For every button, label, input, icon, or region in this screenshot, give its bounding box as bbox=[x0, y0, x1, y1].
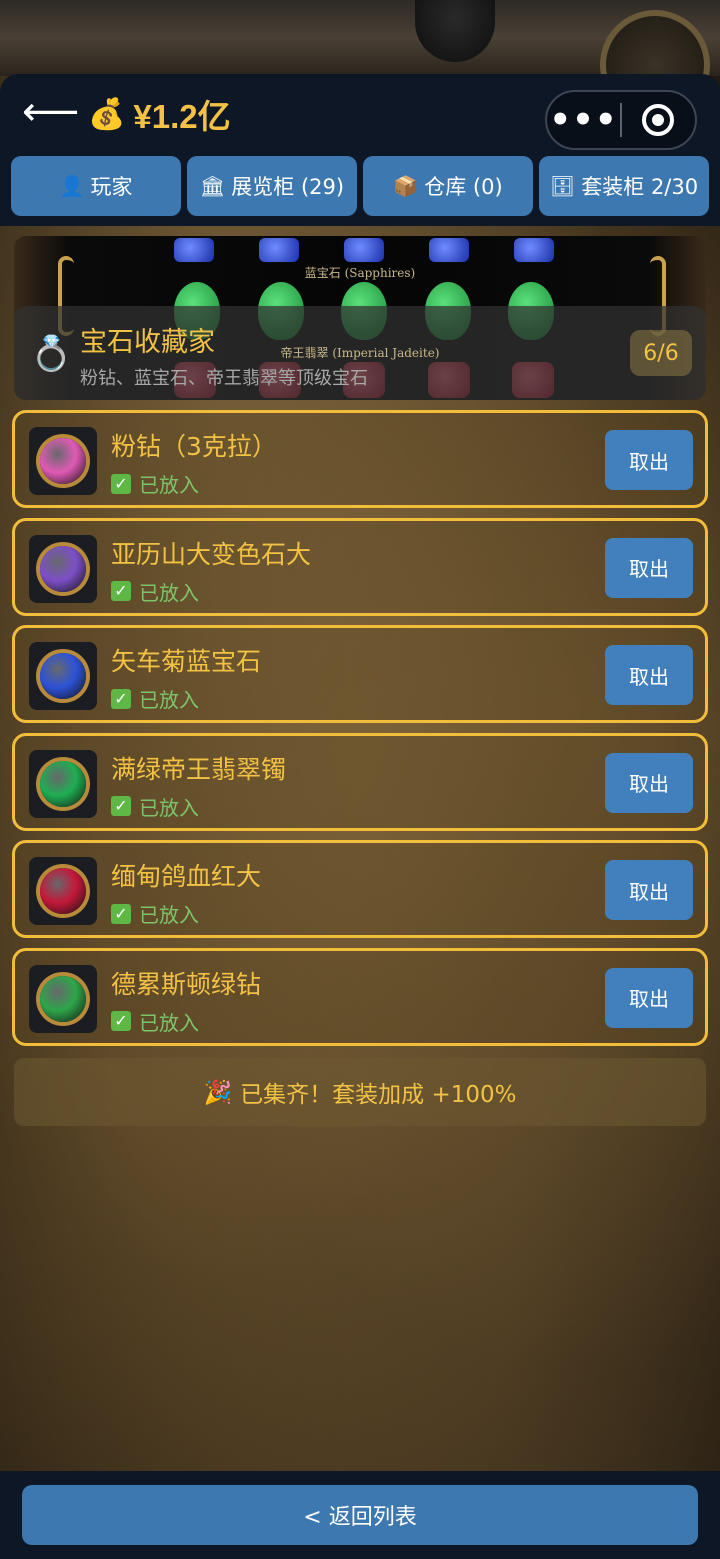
package-icon: 📦 bbox=[393, 174, 419, 198]
take-out-button[interactable]: 取出 bbox=[605, 860, 693, 920]
tab-exhibition[interactable]: 🏛 展览柜 (29) bbox=[187, 156, 357, 216]
desk-background bbox=[0, 0, 720, 120]
sapphire-label: 蓝宝石 (Sapphires) bbox=[304, 266, 416, 280]
close-target-icon[interactable] bbox=[622, 104, 695, 136]
bottom-bar: < 返回列表 bbox=[0, 1471, 720, 1559]
item-name: 亚历山大变色石大 bbox=[111, 539, 312, 569]
list-item: 粉钻（3克拉） ✓ 已放入 取出 bbox=[12, 410, 708, 508]
jade-bangle-icon bbox=[29, 749, 97, 818]
item-name: 缅甸鸽血红大 bbox=[111, 862, 262, 891]
item-status: ✓ 已放入 bbox=[111, 577, 199, 606]
list-item: 矢车菊蓝宝石 ✓ 已放入 取出 bbox=[12, 625, 708, 723]
tab-player[interactable]: 👤 玩家 bbox=[11, 156, 181, 216]
sapphire-row bbox=[174, 238, 554, 262]
miniprogram-capsule: ••• bbox=[545, 90, 697, 150]
tab-label: 套装柜 2/30 bbox=[581, 175, 699, 199]
cabinet-icon: 🗄 bbox=[549, 174, 576, 198]
take-out-button[interactable]: 取出 bbox=[605, 645, 693, 705]
check-icon: ✓ bbox=[111, 473, 131, 494]
tab-label: 展览柜 (29) bbox=[231, 175, 345, 199]
item-status: ✓ 已放入 bbox=[111, 469, 199, 498]
list-item: 德累斯顿绿钻 ✓ 已放入 取出 bbox=[12, 947, 708, 1046]
list-item: 满绿帝王翡翠镯 ✓ 已放入 取出 bbox=[12, 732, 708, 831]
set-complete-banner: 🎉 已集齐！套装加成 +100% bbox=[14, 1058, 706, 1126]
return-to-list-button[interactable]: < 返回列表 bbox=[22, 1485, 698, 1545]
set-complete-text: 已集齐！套装加成 +100% bbox=[240, 1082, 517, 1108]
take-out-button[interactable]: 取出 bbox=[605, 967, 693, 1028]
list-item: 缅甸鸽血红大 ✓ 已放入 取出 bbox=[12, 840, 708, 938]
status-text: 已放入 bbox=[139, 795, 199, 820]
check-icon: ✓ bbox=[111, 796, 131, 816]
item-status: ✓ 已放入 bbox=[111, 792, 199, 821]
item-name: 德累斯顿绿钻 bbox=[111, 969, 262, 999]
item-name: 粉钻（3克拉） bbox=[111, 432, 277, 461]
status-text: 已放入 bbox=[139, 688, 199, 712]
user-icon: 👤 bbox=[59, 174, 85, 198]
money-value: ¥1.2亿 bbox=[133, 98, 231, 135]
ruby-icon bbox=[29, 857, 97, 925]
check-icon: ✓ bbox=[111, 688, 131, 709]
top-header: ⟵ 💰 ¥1.2亿 ••• bbox=[0, 74, 720, 152]
sapphire-icon bbox=[29, 642, 97, 710]
collection-subtitle: 粉钻、蓝宝石、帝王翡翠等顶级宝石 bbox=[80, 368, 368, 389]
collection-item-list: 粉钻（3克拉） ✓ 已放入 取出 亚历山大变色石大 ✓ 已放入 取出 矢车菊蓝宝… bbox=[12, 410, 708, 1055]
alexandrite-icon bbox=[29, 534, 97, 603]
inkwell-decoration bbox=[415, 0, 495, 62]
tab-bar: 👤 玩家 🏛 展览柜 (29) 📦 仓库 (0) 🗄 套装柜 2/30 bbox=[0, 150, 720, 226]
status-text: 已放入 bbox=[139, 903, 199, 927]
collection-banner: 蓝宝石 (Sapphires) 帝王翡翠 (Imperial Jadeite) … bbox=[14, 236, 706, 400]
item-name: 矢车菊蓝宝石 bbox=[111, 647, 262, 676]
green-diamond-icon bbox=[29, 964, 97, 1033]
money-display: 💰 ¥1.2亿 bbox=[88, 94, 231, 136]
museum-icon: 🏛 bbox=[199, 174, 226, 198]
status-text: 已放入 bbox=[139, 473, 199, 497]
item-status: ✓ 已放入 bbox=[111, 899, 199, 928]
tab-label: 玩家 bbox=[90, 175, 133, 199]
party-popper-icon: 🎉 bbox=[203, 1079, 233, 1106]
take-out-button[interactable]: 取出 bbox=[605, 430, 693, 490]
check-icon: ✓ bbox=[111, 1011, 131, 1031]
tab-warehouse[interactable]: 📦 仓库 (0) bbox=[363, 156, 533, 216]
check-icon: ✓ bbox=[111, 903, 131, 924]
tab-label: 仓库 (0) bbox=[424, 175, 503, 199]
item-status: ✓ 已放入 bbox=[111, 1007, 199, 1036]
item-name: 满绿帝王翡翠镯 bbox=[111, 754, 287, 784]
status-text: 已放入 bbox=[139, 1010, 199, 1035]
check-icon: ✓ bbox=[111, 581, 131, 601]
jadeite-label: 帝王翡翠 (Imperial Jadeite) bbox=[280, 346, 440, 360]
tab-set-cabinet[interactable]: 🗄 套装柜 2/30 bbox=[539, 156, 709, 216]
take-out-button[interactable]: 取出 bbox=[605, 537, 693, 598]
more-menu-icon[interactable]: ••• bbox=[547, 100, 620, 140]
list-item: 亚历山大变色石大 ✓ 已放入 取出 bbox=[12, 517, 708, 616]
money-bag-icon: 💰 bbox=[88, 96, 126, 132]
item-status: ✓ 已放入 bbox=[111, 684, 199, 713]
back-arrow-icon[interactable]: ⟵ bbox=[22, 92, 79, 134]
status-text: 已放入 bbox=[139, 580, 199, 605]
take-out-button[interactable]: 取出 bbox=[605, 752, 693, 813]
pink-diamond-icon bbox=[29, 427, 97, 495]
